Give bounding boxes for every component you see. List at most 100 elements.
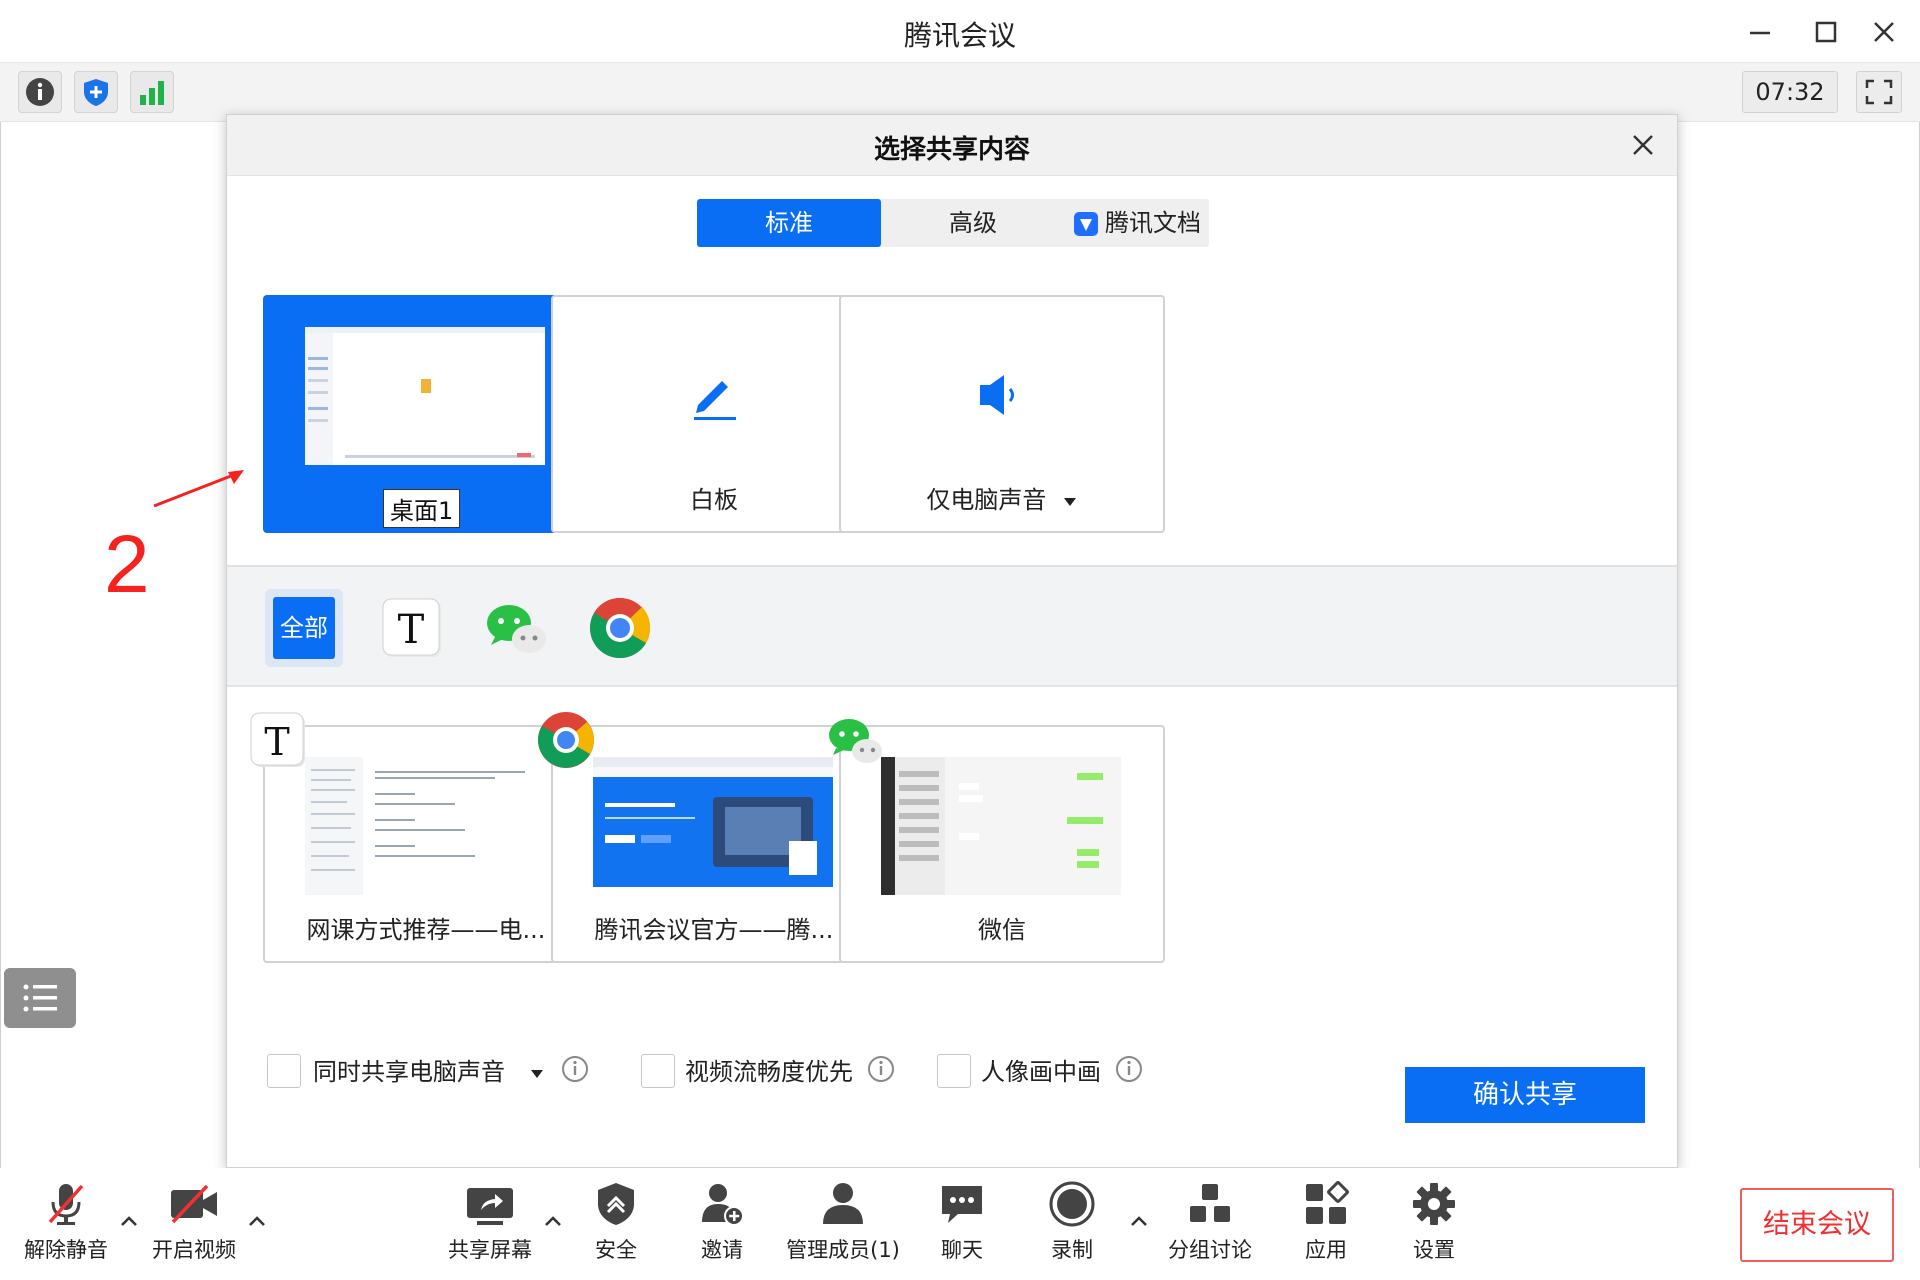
tab-label: 高级: [949, 209, 997, 237]
tab-label: 腾讯文档: [1105, 209, 1201, 237]
unmute-button[interactable]: 解除静音: [20, 1180, 112, 1270]
share-audio-checkbox[interactable]: [267, 1054, 301, 1088]
chevron-up-icon[interactable]: [1128, 1210, 1150, 1232]
chevron-up-icon[interactable]: [542, 1210, 564, 1232]
confirm-share-button[interactable]: 确认共享: [1405, 1067, 1645, 1123]
tencent-docs-icon: [1073, 211, 1099, 237]
record-label: 录制: [1036, 1234, 1108, 1264]
apps-label: 应用: [1290, 1234, 1362, 1264]
network-status-button[interactable]: [130, 71, 174, 113]
title-bar: 腾讯会议: [0, 0, 1920, 63]
manage-members-button[interactable]: 管理成员(1): [784, 1180, 902, 1270]
record-icon: [1048, 1180, 1096, 1228]
info-icon[interactable]: [867, 1055, 895, 1083]
apps-icon: [1302, 1180, 1350, 1228]
share-option-whiteboard[interactable]: 白板: [551, 295, 877, 533]
invite-button[interactable]: 邀请: [686, 1180, 758, 1270]
dialog-title: 选择共享内容: [227, 129, 1677, 166]
add-user-icon: [698, 1180, 746, 1228]
chat-icon: [938, 1180, 986, 1228]
tab-advanced[interactable]: 高级: [881, 199, 1065, 247]
filter-typora-button[interactable]: T: [373, 589, 451, 667]
signal-icon: [137, 77, 167, 107]
maximize-icon: [1806, 12, 1846, 52]
gear-icon: [1410, 1180, 1458, 1228]
share-option-audio[interactable]: 仅电脑声音: [839, 295, 1165, 533]
chat-button[interactable]: 聊天: [926, 1180, 998, 1270]
minimize-icon: [1740, 12, 1780, 52]
invite-label: 邀请: [686, 1234, 758, 1264]
app-filter-bar: 全部 T: [227, 567, 1677, 687]
chat-label: 聊天: [926, 1234, 998, 1264]
video-fluency-checkbox[interactable]: [641, 1054, 675, 1088]
typora-window-preview: [305, 757, 545, 895]
desktop-thumbnail: [305, 327, 545, 465]
chevron-up-icon[interactable]: [246, 1210, 268, 1232]
info-icon: [25, 77, 55, 107]
speaker-icon: [972, 365, 1032, 425]
dropdown-arrow-icon[interactable]: [1062, 496, 1078, 508]
whiteboard-label: 白板: [553, 480, 875, 515]
typora-icon: T: [373, 589, 451, 667]
maximize-button[interactable]: [1806, 12, 1846, 52]
start-video-button[interactable]: 开启视频: [148, 1180, 240, 1270]
share-dialog: 选择共享内容 标准 高级 腾讯文档: [226, 114, 1678, 1168]
picture-in-picture-checkbox[interactable]: [937, 1054, 971, 1088]
share-mode-tabs: 标准 高级 腾讯文档: [697, 199, 1209, 247]
breakout-rooms-button[interactable]: 分组讨论: [1164, 1180, 1256, 1270]
start-video-label: 开启视频: [148, 1234, 240, 1264]
chrome-icon: [581, 589, 659, 667]
dropdown-arrow-icon[interactable]: [529, 1068, 545, 1080]
end-meeting-button[interactable]: 结束会议: [1740, 1188, 1894, 1262]
picture-in-picture-label: 人像画中画: [981, 1054, 1101, 1090]
security-label: 安全: [580, 1234, 652, 1264]
tab-standard[interactable]: 标准: [697, 199, 881, 247]
chevron-up-icon[interactable]: [118, 1210, 140, 1232]
meeting-info-button[interactable]: [18, 71, 62, 113]
meeting-timer: 07:32: [1742, 71, 1838, 113]
annotation-number-2: 2: [104, 518, 150, 612]
shield-icon: [81, 77, 111, 107]
apps-button[interactable]: 应用: [1290, 1180, 1362, 1270]
window-label: 网课方式推荐——电...: [265, 910, 587, 945]
info-icon[interactable]: [1115, 1055, 1143, 1083]
share-screen-button[interactable]: 共享屏幕: [444, 1180, 536, 1270]
filter-all-label: 全部: [273, 597, 335, 659]
wechat-window-preview: [881, 757, 1121, 895]
filter-chrome-button[interactable]: [581, 589, 659, 667]
dialog-close-button[interactable]: [1629, 131, 1657, 159]
security-button[interactable]: 安全: [580, 1180, 652, 1270]
filter-all-button[interactable]: 全部: [265, 589, 343, 667]
dialog-header: 选择共享内容: [227, 115, 1677, 176]
record-button[interactable]: 录制: [1036, 1180, 1108, 1270]
close-icon: [1864, 12, 1904, 52]
fullscreen-button[interactable]: [1856, 71, 1902, 113]
member-list-toggle[interactable]: [4, 968, 76, 1028]
wechat-icon: [477, 589, 555, 667]
video-fluency-label: 视频流畅度优先: [685, 1054, 853, 1090]
members-icon: [819, 1180, 867, 1228]
share-screen-label: 共享屏幕: [444, 1234, 536, 1264]
chrome-window-preview: [593, 757, 833, 895]
share-option-desktop[interactable]: 桌面1: [263, 295, 589, 533]
filter-wechat-button[interactable]: [477, 589, 555, 667]
settings-button[interactable]: 设置: [1398, 1180, 1470, 1270]
unmute-label: 解除静音: [20, 1234, 112, 1264]
info-icon[interactable]: [561, 1055, 589, 1083]
window-label: 腾讯会议官方——腾...: [553, 910, 875, 945]
audio-label: 仅电脑声音: [926, 486, 1046, 514]
muted-microphone-icon: [44, 1180, 88, 1228]
window-card-wechat[interactable]: 微信: [839, 725, 1165, 963]
tab-tencent-docs[interactable]: 腾讯文档: [1065, 199, 1209, 247]
security-status-button[interactable]: [74, 71, 118, 113]
svg-text:T: T: [398, 607, 425, 653]
minimize-button[interactable]: [1740, 12, 1780, 52]
audio-option-label: 仅电脑声音: [841, 480, 1163, 515]
share-screen-icon: [463, 1180, 517, 1228]
list-icon: [4, 968, 76, 1028]
typora-icon: T: [247, 709, 309, 771]
svg-text:T: T: [264, 720, 289, 764]
close-window-button[interactable]: [1864, 12, 1904, 52]
pen-icon: [684, 365, 744, 425]
tab-label: 标准: [765, 209, 813, 237]
